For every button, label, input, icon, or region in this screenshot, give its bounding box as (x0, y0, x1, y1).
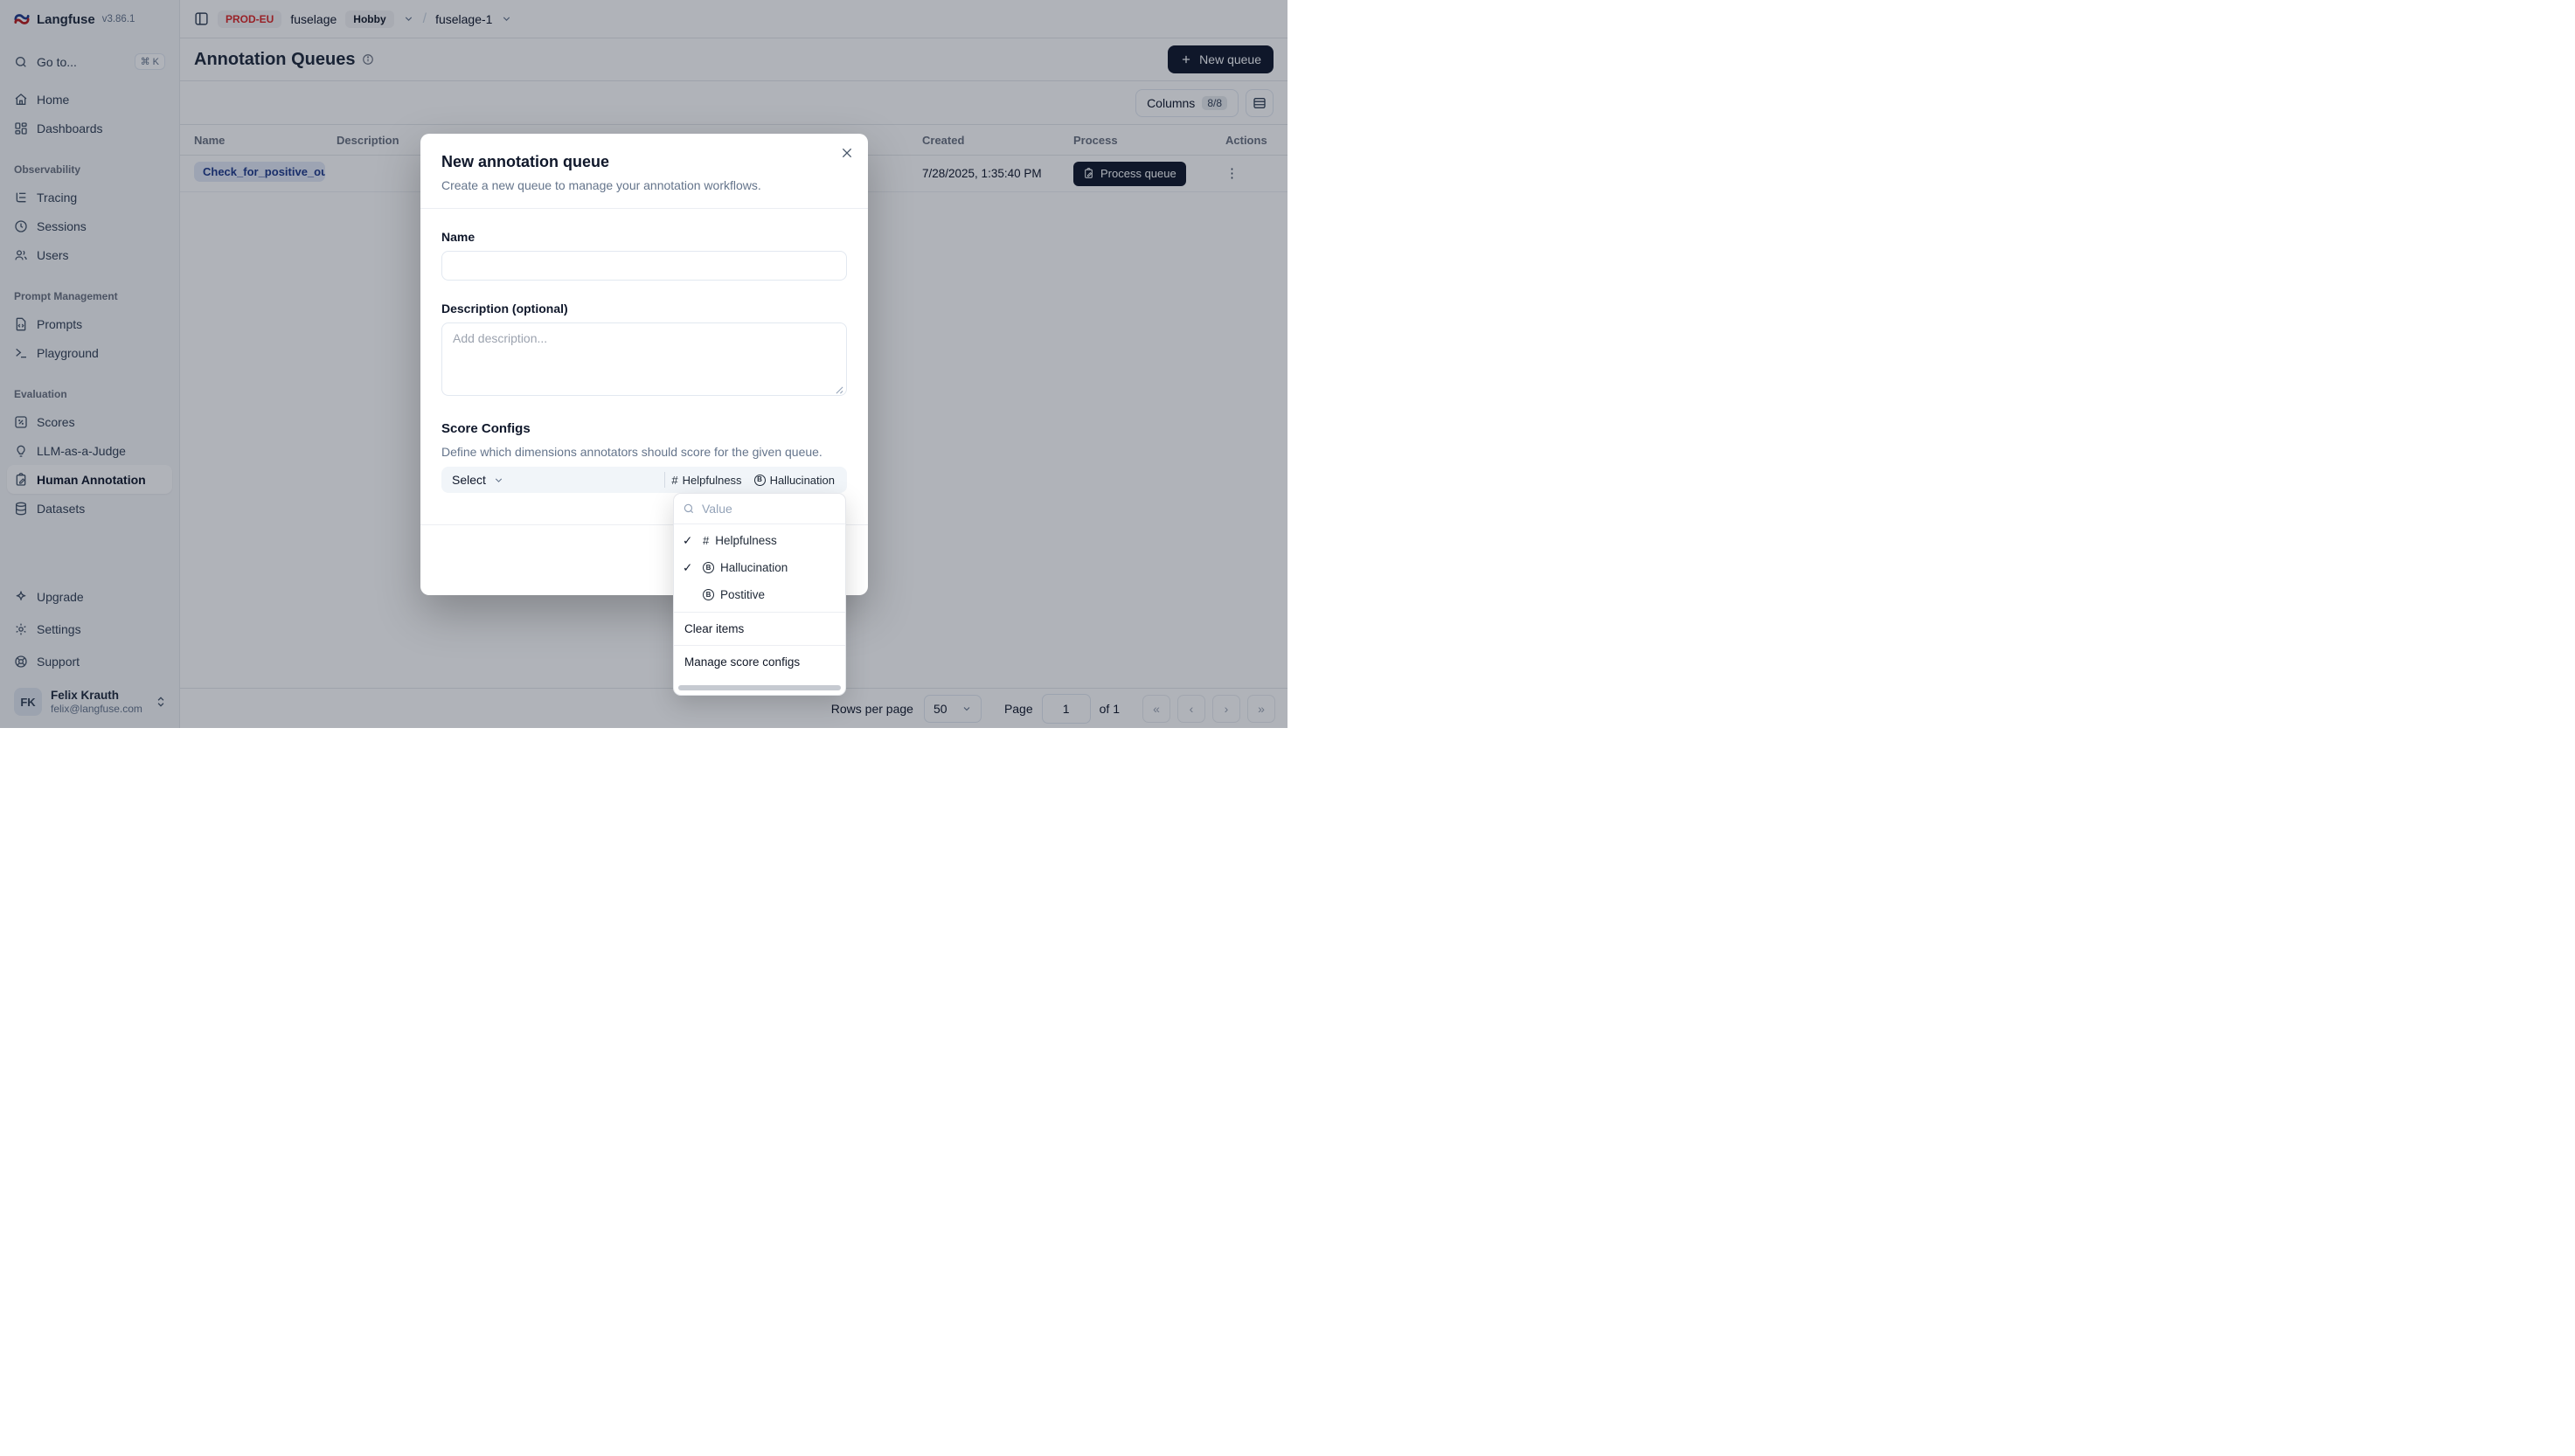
scrollbar-thumb[interactable] (678, 685, 841, 690)
search-icon (683, 503, 695, 515)
option-hallucination[interactable]: ✓ B Hallucination (674, 554, 845, 581)
score-configs-select[interactable]: Select # Helpfulness B Hallucination (441, 467, 847, 493)
boolean-type-icon: B (703, 562, 714, 573)
name-label: Name (441, 230, 847, 244)
modal-subtitle: Create a new queue to manage your annota… (441, 178, 847, 192)
modal-header: New annotation queue Create a new queue … (420, 134, 868, 209)
score-configs-help: Define which dimensions annotators shoul… (441, 445, 847, 459)
check-icon: ✓ (683, 561, 697, 575)
selected-config-helpfulness: # Helpfulness (671, 474, 741, 487)
numeric-type-icon: # (671, 474, 677, 487)
score-config-dropdown: ✓ # Helpfulness ✓ B Hallucination ✓ B Po… (673, 493, 846, 696)
modal-title: New annotation queue (441, 153, 847, 171)
score-configs-label: Score Configs (441, 421, 847, 436)
option-helpfulness[interactable]: ✓ # Helpfulness (674, 527, 845, 554)
dropdown-scrollbar (674, 682, 845, 695)
check-icon: ✓ (683, 534, 697, 548)
modal-body: Name Description (optional) Score Config… (420, 209, 868, 514)
close-icon[interactable] (840, 146, 856, 162)
numeric-type-icon: # (703, 534, 709, 547)
boolean-type-icon: B (703, 589, 714, 600)
dropdown-options: ✓ # Helpfulness ✓ B Hallucination ✓ B Po… (674, 524, 845, 612)
manage-score-configs-action[interactable]: Manage score configs (674, 646, 845, 678)
resize-grip-icon[interactable] (836, 386, 843, 394)
queue-description-textarea[interactable] (441, 322, 847, 396)
queue-name-input[interactable] (441, 251, 847, 281)
dropdown-search (674, 494, 845, 524)
boolean-type-icon: B (754, 475, 766, 486)
option-postitive[interactable]: ✓ B Postitive (674, 581, 845, 608)
clear-items-action[interactable]: Clear items (674, 613, 845, 645)
select-divider (664, 472, 665, 488)
dropdown-search-input[interactable] (702, 502, 824, 516)
description-label: Description (optional) (441, 302, 847, 315)
selected-config-hallucination: B Hallucination (754, 474, 835, 487)
chevron-down-icon (493, 475, 504, 486)
